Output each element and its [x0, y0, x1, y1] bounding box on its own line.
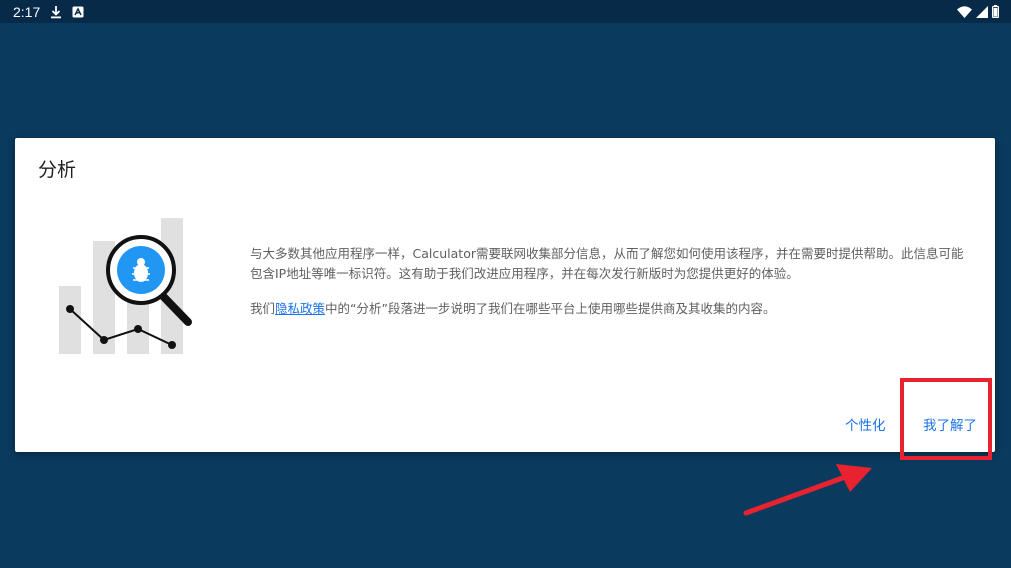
- personalize-button[interactable]: 个性化: [845, 414, 886, 434]
- analytics-dialog: 分析 与大多数其他应用程序一样，Calculator需要联网收集部分信息，从而了…: [15, 138, 995, 452]
- cell-signal-icon: [976, 5, 988, 18]
- body-p2-suffix: 中的“分析”段落进一步说明了我们在哪些平台上使用哪些提供商及其收集的内容。: [325, 301, 776, 316]
- annotation-arrow-icon: [743, 464, 872, 516]
- wifi-icon: [957, 5, 972, 18]
- dialog-title: 分析: [38, 159, 77, 181]
- status-time: 2:17: [13, 3, 41, 20]
- download-icon: [50, 5, 62, 19]
- app-notification-icon: [72, 6, 84, 18]
- body-p2-prefix: 我们: [250, 301, 276, 316]
- battery-icon: [992, 5, 999, 18]
- annotation-highlight-box: [900, 378, 992, 460]
- dialog-body: 与大多数其他应用程序一样，Calculator需要联网收集部分信息，从而了解您如…: [250, 244, 965, 334]
- analytics-illustration-icon: [59, 218, 192, 354]
- body-paragraph-2: 我们隐私政策中的“分析”段落进一步说明了我们在哪些平台上使用哪些提供商及其收集的…: [250, 299, 965, 319]
- status-bar: 2:17: [0, 0, 1011, 23]
- privacy-policy-link[interactable]: 隐私政策: [275, 301, 325, 316]
- body-paragraph-1: 与大多数其他应用程序一样，Calculator需要联网收集部分信息，从而了解您如…: [250, 246, 964, 281]
